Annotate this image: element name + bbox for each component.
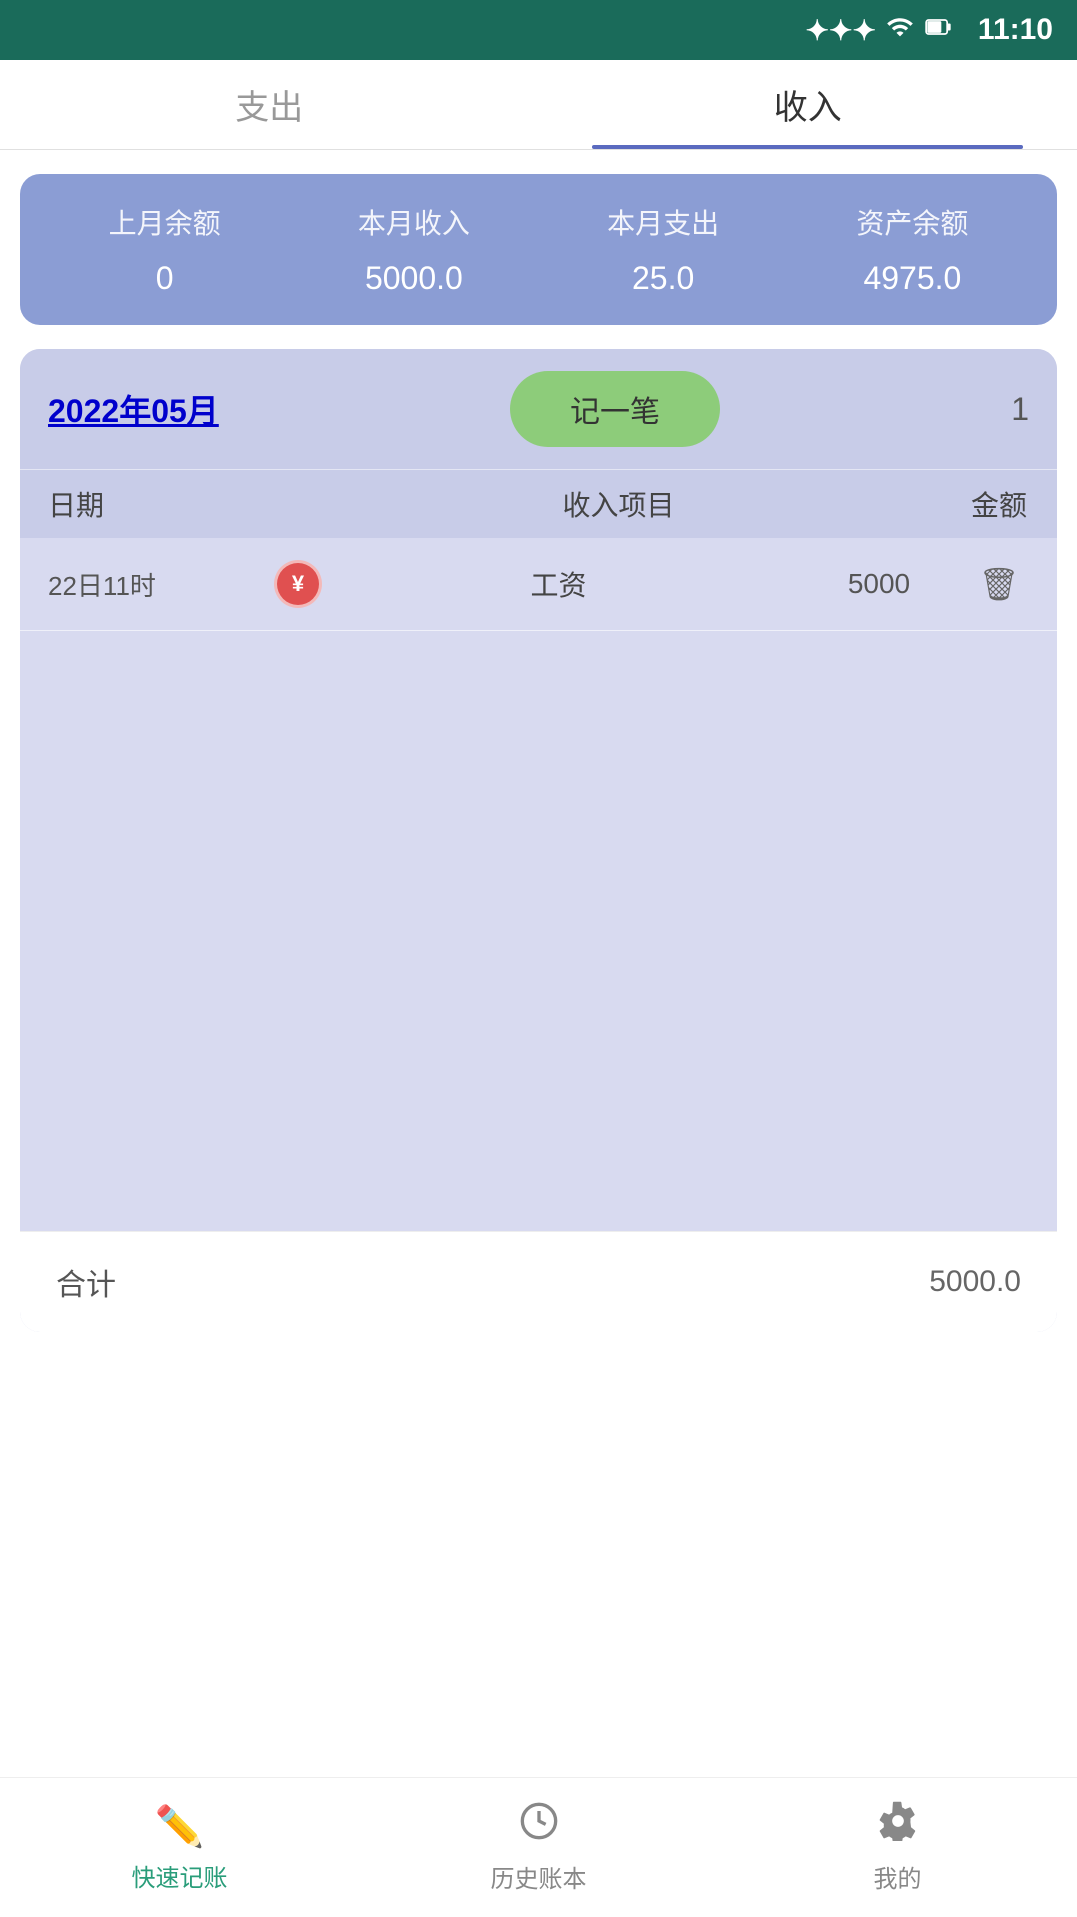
status-icons: ✦✦✦ 11:10 <box>806 13 1053 48</box>
gear-icon <box>878 1801 918 1851</box>
summary-grid: 上月余额 0 本月收入 5000.0 本月支出 25.0 资产余额 4975.0 <box>40 202 1037 297</box>
month-selector[interactable]: 2022年05月 <box>48 386 219 432</box>
tab-expense[interactable]: 支出 <box>0 60 539 149</box>
summary-monthly-expense: 本月支出 25.0 <box>539 202 788 297</box>
cell-icon: ¥ <box>268 560 328 608</box>
nav-quick-accounting[interactable]: ✏️ 快速记账 <box>0 1803 359 1893</box>
header-amount: 金额 <box>969 484 1029 524</box>
trash-icon: 🗑 <box>979 565 1020 603</box>
summary-card: 上月余额 0 本月收入 5000.0 本月支出 25.0 资产余额 4975.0 <box>20 174 1057 325</box>
pencil-icon: ✏️ <box>155 1803 205 1850</box>
battery-icon <box>924 13 954 48</box>
empty-area <box>20 631 1057 1231</box>
tab-income[interactable]: 收入 <box>539 60 1077 149</box>
card-header: 2022年05月 记一笔 1 <box>20 349 1057 469</box>
header-date: 日期 <box>48 484 268 524</box>
nav-history[interactable]: 历史账本 <box>359 1801 718 1894</box>
cell-date: 22日11时 <box>48 566 268 603</box>
table-body: 22日11时 ¥ 工资 5000 🗑 <box>20 538 1057 1231</box>
clock-icon <box>519 1801 559 1851</box>
total-value: 5000.0 <box>929 1265 1021 1299</box>
summary-last-month: 上月余额 0 <box>40 202 289 297</box>
cell-category: 工资 <box>328 564 789 604</box>
yuan-icon: ¥ <box>274 560 322 608</box>
delete-record-button[interactable]: 🗑 <box>969 565 1029 603</box>
table-row: 22日11时 ¥ 工资 5000 🗑 <box>20 538 1057 631</box>
data-icon <box>886 13 914 48</box>
footer-total: 合计 5000.0 <box>20 1231 1057 1332</box>
table-header: 日期 收入项目 金额 <box>20 469 1057 538</box>
status-bar: ✦✦✦ 11:10 <box>0 0 1077 60</box>
add-record-button[interactable]: 记一笔 <box>510 371 720 447</box>
summary-monthly-income: 本月收入 5000.0 <box>289 202 538 297</box>
nav-mine[interactable]: 我的 <box>718 1801 1077 1894</box>
main-card: 2022年05月 记一笔 1 日期 收入项目 金额 22日11时 ¥ 工资 50… <box>20 349 1057 1332</box>
total-label: 合计 <box>56 1260 116 1304</box>
header-category: 收入项目 <box>268 484 969 524</box>
clock-time: 11:10 <box>978 13 1053 47</box>
record-count: 1 <box>1011 391 1029 428</box>
summary-asset-balance: 资产余额 4975.0 <box>788 202 1037 297</box>
bottom-nav: ✏️ 快速记账 历史账本 我的 <box>0 1777 1077 1917</box>
cell-amount: 5000 <box>789 568 969 600</box>
signal-icon: ✦✦✦ <box>806 14 876 47</box>
tab-bar: 支出 收入 <box>0 60 1077 150</box>
